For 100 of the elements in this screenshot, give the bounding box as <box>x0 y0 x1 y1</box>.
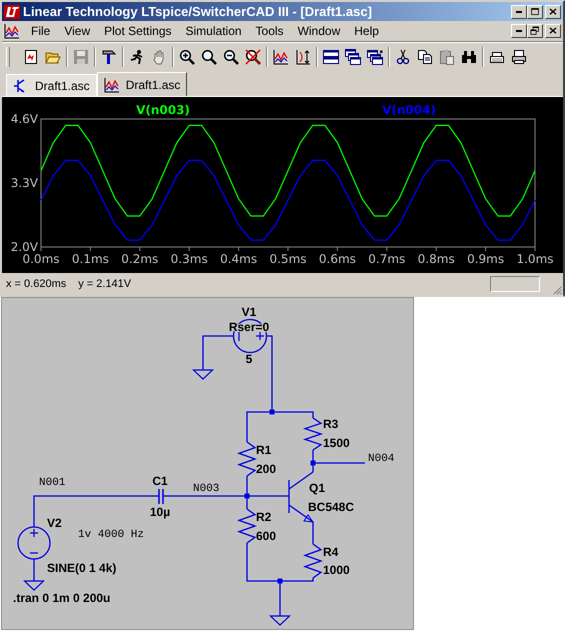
capacitor-symbol[interactable] <box>158 488 164 505</box>
waveform-icon[interactable] <box>4 23 20 39</box>
menu-item[interactable]: View <box>57 24 98 38</box>
comment-text: 1v 4000 Hz <box>78 529 144 541</box>
menu-item[interactable]: Help <box>347 24 386 38</box>
x-tick-label: 0.8ms <box>418 252 455 266</box>
component-label[interactable]: R2 <box>256 510 272 524</box>
component-label[interactable]: V2 <box>47 516 62 530</box>
wire[interactable] <box>267 335 273 412</box>
x-tick <box>188 246 190 252</box>
trace-label[interactable]: V(n003) <box>136 103 190 117</box>
running-figure-icon[interactable] <box>129 48 145 64</box>
restore-button[interactable] <box>527 24 543 38</box>
close-button[interactable] <box>545 4 561 18</box>
cursor-x-readout: x = 0.620ms <box>6 278 66 290</box>
menu-item[interactable]: File <box>24 24 58 38</box>
ground-symbol[interactable] <box>23 580 45 591</box>
binoculars-icon[interactable] <box>461 48 477 64</box>
x-tick <box>436 246 437 252</box>
maximize-button[interactable] <box>527 4 543 18</box>
window-title: Linear Technology LTspice/SwitcherCAD III - [Draft1.asc] <box>23 4 373 19</box>
component-value[interactable]: 10µ <box>150 505 170 519</box>
autorange-icon[interactable] <box>295 48 311 64</box>
component-value[interactable]: BC548C <box>308 500 354 514</box>
x-tick <box>40 246 42 252</box>
component-label[interactable]: R1 <box>256 443 272 457</box>
new-file-icon[interactable] <box>23 48 39 64</box>
restore-icon <box>528 25 542 37</box>
y-tick-label: 4.6V <box>10 112 38 126</box>
net-label: N003 <box>193 483 220 495</box>
ground-symbol[interactable] <box>192 369 214 380</box>
x-tick <box>386 246 388 252</box>
wire[interactable] <box>246 411 314 442</box>
tile-windows-icon[interactable] <box>323 48 339 64</box>
app-logo-icon <box>4 4 20 20</box>
y-tick-label: 2.0V <box>10 240 38 254</box>
scissors-icon[interactable] <box>395 48 411 64</box>
hammer-icon[interactable] <box>101 48 117 64</box>
document-tab[interactable]: Draft1.asc <box>96 72 188 96</box>
net-label: N001 <box>39 477 66 489</box>
component-value[interactable]: 1000 <box>323 563 350 577</box>
component-value[interactable]: 600 <box>256 529 276 543</box>
zoom-cancel-icon[interactable] <box>245 48 261 64</box>
minimize-button[interactable] <box>511 4 527 18</box>
voltage-source-symbol[interactable] <box>17 526 51 560</box>
x-tick <box>485 246 486 252</box>
wire[interactable] <box>246 543 314 582</box>
wire[interactable] <box>202 335 233 370</box>
waveform-icon[interactable] <box>273 48 289 64</box>
wire[interactable] <box>246 476 248 509</box>
resistor-symbol[interactable] <box>302 417 324 451</box>
document-tab[interactable]: Draft1.asc <box>6 74 97 96</box>
minimize-button[interactable] <box>511 24 527 38</box>
resistor-symbol[interactable] <box>237 508 257 544</box>
x-tick <box>336 246 338 252</box>
ground-symbol[interactable] <box>269 615 291 626</box>
minimize-icon <box>516 10 522 12</box>
x-tick <box>238 246 240 252</box>
component-label[interactable]: R4 <box>323 545 338 559</box>
menu-item[interactable]: Plot Settings <box>97 24 179 38</box>
magnifier-icon[interactable] <box>201 48 217 64</box>
net-label: N004 <box>368 453 394 465</box>
x-tick-label: 0.1ms <box>72 252 109 266</box>
resistor-symbol[interactable] <box>303 543 323 579</box>
wire[interactable] <box>279 581 281 616</box>
wire[interactable] <box>33 559 35 581</box>
cascade-windows-icon[interactable] <box>345 48 361 64</box>
y-tick-label: 3.3V <box>10 176 38 190</box>
waveform-icon <box>104 76 120 92</box>
copy-icon[interactable] <box>417 48 433 64</box>
cursor-y-readout: y = 2.141V <box>78 278 132 290</box>
resistor-symbol[interactable] <box>237 441 257 477</box>
component-label[interactable]: R3 <box>323 417 338 431</box>
component-value[interactable]: 5 <box>246 352 252 366</box>
x-tick-label: 0.4ms <box>220 252 258 266</box>
status-panel <box>490 276 540 292</box>
printer-icon[interactable] <box>511 48 527 64</box>
zoom-out-icon[interactable] <box>223 48 239 64</box>
x-tick-label: 0.2ms <box>121 252 158 266</box>
zoom-in-icon[interactable] <box>179 48 195 64</box>
component-value[interactable]: 200 <box>256 462 276 476</box>
x-tick-label: 0.5ms <box>269 252 307 266</box>
x-tick-label: 0.9ms <box>467 252 504 266</box>
component-value[interactable]: SINE(0 1 4k) <box>47 561 116 575</box>
menu-item[interactable]: Window <box>290 24 348 38</box>
x-tick <box>90 246 91 252</box>
menu-item[interactable]: Tools <box>248 24 291 38</box>
wire[interactable] <box>313 462 365 464</box>
x-tick <box>139 246 140 252</box>
menu-item[interactable]: Simulation <box>178 24 249 38</box>
wire[interactable] <box>312 522 314 544</box>
close-button[interactable] <box>545 24 561 38</box>
x-tick <box>534 246 536 252</box>
x-tick-label: 0.7ms <box>368 252 406 266</box>
component-label[interactable]: C1 <box>152 474 168 488</box>
arrange-windows-icon[interactable] <box>367 48 383 64</box>
component-label[interactable]: Q1 <box>309 481 326 495</box>
wire[interactable] <box>312 450 314 472</box>
component-label[interactable]: V1 <box>242 305 256 319</box>
component-value[interactable]: 1500 <box>323 436 350 450</box>
